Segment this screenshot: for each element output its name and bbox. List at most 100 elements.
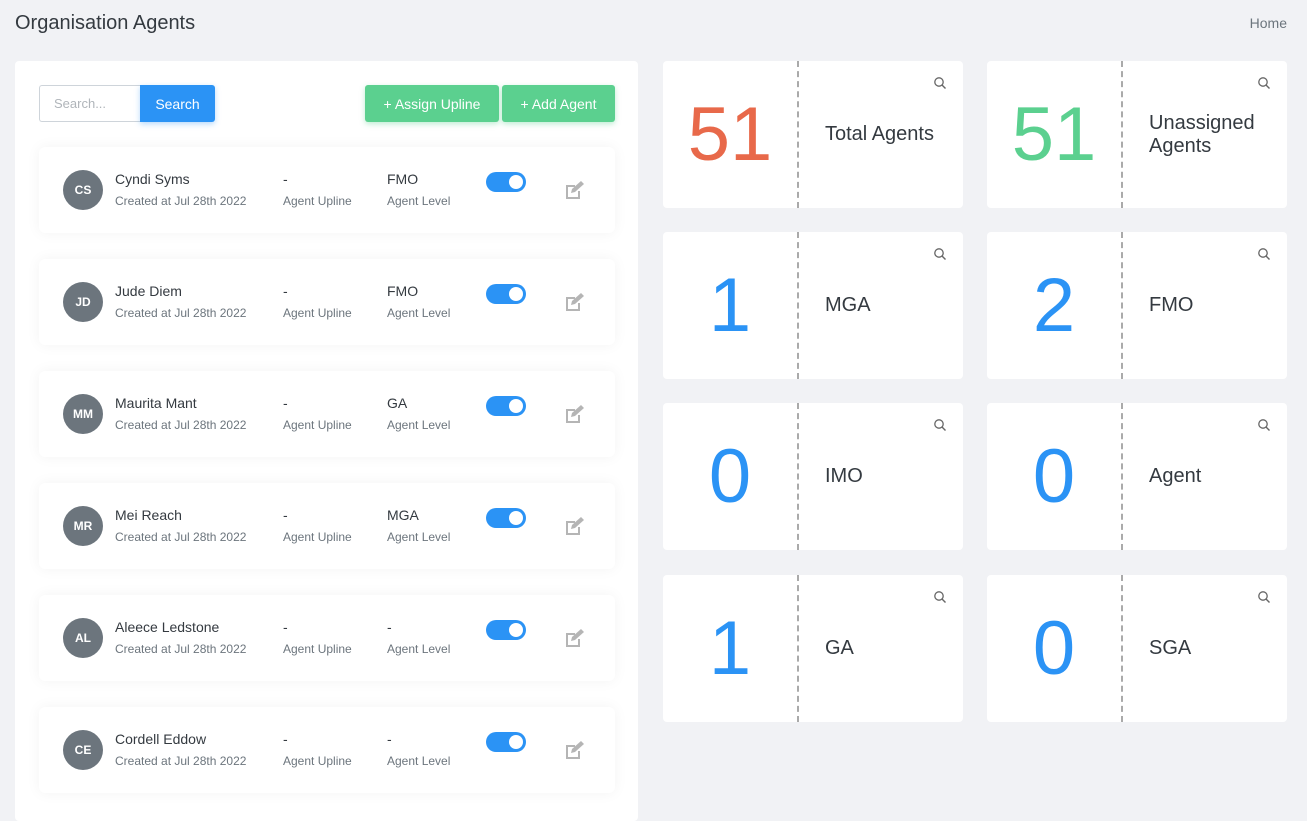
agent-created: Created at Jul 28th 2022 xyxy=(115,418,247,432)
stat-card-fmo: 2 FMO xyxy=(987,232,1287,379)
agents-panel: Search + Assign Upline + Add Agent CS Cy… xyxy=(15,61,638,821)
agent-upline: - xyxy=(283,171,288,187)
agent-upline: - xyxy=(283,395,288,411)
agent-row: JD Jude Diem Created at Jul 28th 2022 - … xyxy=(39,259,615,345)
agent-upline: - xyxy=(283,619,288,635)
stat-value: 51 xyxy=(687,91,773,177)
search-icon[interactable] xyxy=(1257,247,1271,261)
agent-created: Created at Jul 28th 2022 xyxy=(115,194,247,208)
stat-card-agent: 0 Agent xyxy=(987,403,1287,550)
edit-icon[interactable] xyxy=(563,404,585,426)
agent-level-label: Agent Level xyxy=(387,642,451,656)
agent-upline-label: Agent Upline xyxy=(283,306,352,320)
agent-created: Created at Jul 28th 2022 xyxy=(115,642,247,656)
active-toggle[interactable] xyxy=(486,172,526,192)
avatar: CE xyxy=(63,730,103,770)
edit-icon[interactable] xyxy=(563,180,585,202)
agent-level-label: Agent Level xyxy=(387,530,451,544)
stat-value: 1 xyxy=(708,605,752,691)
stat-label: MGA xyxy=(825,294,871,316)
stat-value: 0 xyxy=(708,433,752,519)
agent-name: Maurita Mant xyxy=(115,395,197,411)
stat-card-imo: 0 IMO xyxy=(663,403,963,550)
agent-upline-label: Agent Upline xyxy=(283,754,352,768)
stat-card-total-agents: 51 Total Agents xyxy=(663,61,963,208)
agent-name: Cordell Eddow xyxy=(115,731,207,747)
agent-level-label: Agent Level xyxy=(387,418,451,432)
stat-card-ga: 1 GA xyxy=(663,575,963,722)
breadcrumb-home[interactable]: Home xyxy=(1250,15,1287,31)
search-input[interactable] xyxy=(39,85,141,122)
stat-value: 51 xyxy=(1011,91,1097,177)
search-icon[interactable] xyxy=(933,76,947,90)
agent-level: MGA xyxy=(387,507,419,523)
divider xyxy=(1121,232,1123,379)
avatar: JD xyxy=(63,282,103,322)
search-icon[interactable] xyxy=(933,247,947,261)
agent-upline-label: Agent Upline xyxy=(283,530,352,544)
search-icon[interactable] xyxy=(933,590,947,604)
edit-icon[interactable] xyxy=(563,516,585,538)
divider xyxy=(797,232,799,379)
edit-icon[interactable] xyxy=(563,740,585,762)
agent-name: Mei Reach xyxy=(115,507,182,523)
agent-level-label: Agent Level xyxy=(387,754,451,768)
agent-upline: - xyxy=(283,507,288,523)
agent-upline-label: Agent Upline xyxy=(283,418,352,432)
stat-label: GA xyxy=(825,637,854,659)
divider xyxy=(797,61,799,208)
agent-name: Aleece Ledstone xyxy=(115,619,220,635)
active-toggle[interactable] xyxy=(486,732,526,752)
active-toggle[interactable] xyxy=(486,508,526,528)
stat-card-mga: 1 MGA xyxy=(663,232,963,379)
search-button[interactable]: Search xyxy=(140,85,215,122)
agent-level: - xyxy=(387,731,392,747)
add-agent-button[interactable]: + Add Agent xyxy=(502,85,615,122)
page-title: Organisation Agents xyxy=(15,12,196,34)
avatar: AL xyxy=(63,618,103,658)
agent-created: Created at Jul 28th 2022 xyxy=(115,306,247,320)
active-toggle[interactable] xyxy=(486,396,526,416)
agent-name: Cyndi Syms xyxy=(115,171,190,187)
agent-level: - xyxy=(387,619,392,635)
agent-level: FMO xyxy=(387,171,419,187)
agent-row: MM Maurita Mant Created at Jul 28th 2022… xyxy=(39,371,615,457)
agent-level: GA xyxy=(387,395,408,411)
agent-level: FMO xyxy=(387,283,419,299)
agent-upline-label: Agent Upline xyxy=(283,194,352,208)
stat-value: 2 xyxy=(1032,262,1076,348)
active-toggle[interactable] xyxy=(486,284,526,304)
divider xyxy=(797,403,799,550)
search-icon[interactable] xyxy=(933,418,947,432)
stat-label: SGA xyxy=(1149,637,1192,659)
agent-row: CE Cordell Eddow Created at Jul 28th 202… xyxy=(39,707,615,793)
agent-level-label: Agent Level xyxy=(387,306,451,320)
agent-name: Jude Diem xyxy=(115,283,182,299)
divider xyxy=(797,575,799,722)
search-icon[interactable] xyxy=(1257,590,1271,604)
divider xyxy=(1121,61,1123,208)
agent-row: MR Mei Reach Created at Jul 28th 2022 - … xyxy=(39,483,615,569)
agent-upline-label: Agent Upline xyxy=(283,642,352,656)
stat-value: 1 xyxy=(708,262,752,348)
divider xyxy=(1121,403,1123,550)
edit-icon[interactable] xyxy=(563,292,585,314)
avatar: CS xyxy=(63,170,103,210)
agent-upline: - xyxy=(283,731,288,747)
assign-upline-button[interactable]: + Assign Upline xyxy=(365,85,499,122)
stat-value: 0 xyxy=(1032,605,1076,691)
edit-icon[interactable] xyxy=(563,628,585,650)
stat-label: IMO xyxy=(825,465,863,487)
agent-created: Created at Jul 28th 2022 xyxy=(115,754,247,768)
search-icon[interactable] xyxy=(1257,418,1271,432)
stat-label: Total Agents xyxy=(825,123,934,145)
agent-row: CS Cyndi Syms Created at Jul 28th 2022 -… xyxy=(39,147,615,233)
stat-label: Agent xyxy=(1149,465,1202,487)
search-icon[interactable] xyxy=(1257,76,1271,90)
divider xyxy=(1121,575,1123,722)
agent-row: AL Aleece Ledstone Created at Jul 28th 2… xyxy=(39,595,615,681)
avatar: MM xyxy=(63,394,103,434)
active-toggle[interactable] xyxy=(486,620,526,640)
stat-value: 0 xyxy=(1032,433,1076,519)
agent-level-label: Agent Level xyxy=(387,194,451,208)
